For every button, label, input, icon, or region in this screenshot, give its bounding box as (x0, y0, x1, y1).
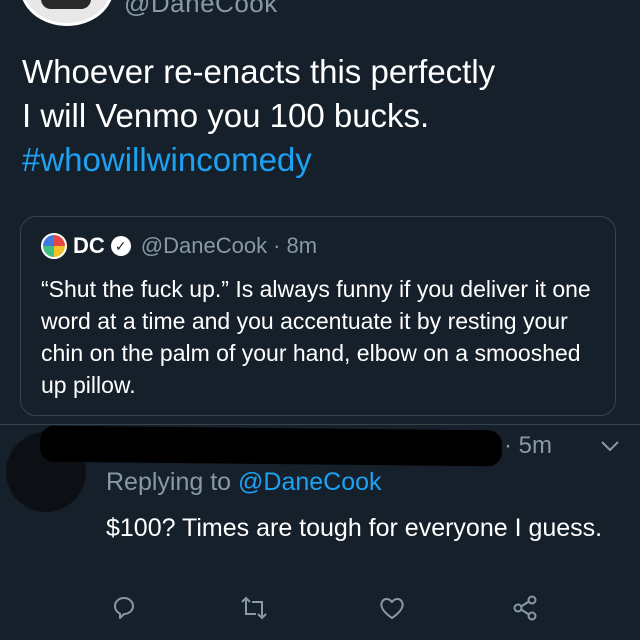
tweet-line-2: I will Venmo you 100 bucks. (22, 97, 430, 134)
replying-to-mention[interactable]: @DaneCook (238, 468, 382, 496)
comment-icon[interactable] (110, 594, 138, 622)
quoted-author-avatar[interactable] (41, 233, 67, 259)
tweet-line-1: Whoever re-enacts this perfectly (22, 53, 496, 90)
verified-badge-icon: ✓ (110, 236, 131, 256)
share-icon[interactable] (512, 594, 540, 622)
divider (0, 424, 640, 425)
like-icon[interactable] (378, 594, 406, 622)
reply-text: $100? Times are tough for everyone I gue… (106, 514, 603, 542)
quoted-tweet-time: · 8m (273, 233, 318, 258)
reply-time: · 5m (504, 432, 552, 459)
tweet-text: Whoever re-enacts this perfectly I will … (22, 50, 612, 182)
quoted-tweet-header: DC ✓ @DaneCook · 8m (41, 231, 317, 261)
chevron-down-icon[interactable] (598, 434, 622, 458)
replying-to: Replying to @DaneCook (106, 468, 382, 497)
hashtag-link[interactable]: #whowillwincomedy (22, 138, 612, 182)
author-handle[interactable]: @DaneCook (124, 0, 278, 19)
quoted-author-handle[interactable]: @DaneCook (141, 233, 267, 259)
quoted-tweet-text: “Shut the fuck up.” Is always funny if y… (41, 276, 591, 398)
redacted-username (39, 425, 503, 467)
tweet-screenshot: @DaneCook Whoever re-enacts this perfect… (0, 0, 640, 640)
quoted-author-name[interactable]: DC (73, 233, 105, 259)
action-bar (0, 594, 640, 624)
author-avatar[interactable] (20, 0, 114, 26)
quoted-tweet[interactable]: DC ✓ @DaneCook · 8m “Shut the fuck up.” … (20, 216, 616, 416)
replying-to-label: Replying to (106, 468, 239, 496)
retweet-icon[interactable] (240, 594, 268, 622)
